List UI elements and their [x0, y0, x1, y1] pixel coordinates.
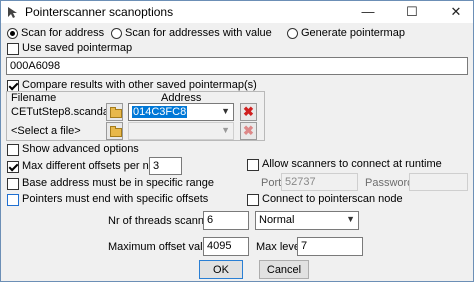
pointers-end-offsets-label[interactable]: Pointers must end with specific offsets	[22, 193, 208, 205]
password-label: Password	[365, 177, 414, 189]
password-input[interactable]	[409, 173, 468, 191]
base-address-range-checkbox[interactable]	[7, 178, 19, 190]
compare-row-2-filename: <Select a file>	[11, 125, 81, 137]
filename-column-header: Filename	[11, 92, 57, 104]
max-level-label: Max level	[256, 241, 303, 253]
delete-row-2-icon[interactable]: ✖	[240, 122, 257, 140]
window-title: Pointerscanner scanoptions	[25, 5, 174, 19]
max-offset-input[interactable]: 4095	[203, 237, 249, 256]
max-offsets-label[interactable]: Max different offsets per node:	[22, 160, 170, 172]
radio-scan-with-value-label[interactable]: Scan for addresses with value	[125, 27, 272, 39]
close-button[interactable]: ✕	[441, 1, 471, 23]
use-saved-pointermap-label[interactable]: Use saved pointermap	[22, 42, 132, 54]
allow-scanners-checkbox[interactable]	[247, 159, 259, 171]
base-address-range-label[interactable]: Base address must be in specific range	[22, 177, 214, 189]
chevron-down-icon[interactable]: ▼	[346, 214, 355, 224]
app-icon	[6, 5, 20, 19]
chevron-down-icon[interactable]: ▼	[221, 106, 230, 116]
max-level-input[interactable]: 7	[297, 237, 363, 256]
thread-priority-value[interactable]: Normal	[259, 214, 294, 226]
thread-priority-select[interactable]: Normal ▼	[255, 211, 359, 230]
pointers-end-offsets-checkbox[interactable]	[7, 194, 19, 206]
compare-row-1-address[interactable]: 014C3FC8	[132, 106, 188, 118]
show-advanced-label[interactable]: Show advanced options	[22, 143, 139, 155]
browse-folder-icon[interactable]	[106, 103, 123, 121]
title-bar: Pointerscanner scanoptions — ☐ ✕	[1, 1, 473, 23]
port-input[interactable]: 52737	[281, 173, 358, 191]
max-offset-label: Maximum offset value:	[108, 241, 218, 253]
maximize-button[interactable]: ☐	[397, 1, 427, 23]
minimize-button[interactable]: —	[353, 1, 383, 23]
connect-pointerscan-checkbox[interactable]	[247, 194, 259, 206]
delete-row-1-icon[interactable]: ✖	[240, 103, 257, 121]
ok-button[interactable]: OK	[199, 260, 243, 279]
radio-scan-for-address[interactable]	[7, 28, 18, 39]
compare-row-1-address-combo[interactable]: 014C3FC8 ▼	[128, 103, 234, 121]
radio-scan-for-address-label[interactable]: Scan for address	[21, 27, 104, 39]
compare-table: Filename Address CETutStep8.scandata 014…	[6, 91, 265, 141]
browse-folder-icon[interactable]	[106, 122, 123, 140]
show-advanced-checkbox[interactable]	[7, 144, 19, 156]
use-saved-pointermap-checkbox[interactable]	[7, 43, 19, 55]
radio-generate-pointermap-label[interactable]: Generate pointermap	[301, 27, 405, 39]
connect-pointerscan-label[interactable]: Connect to pointerscan node	[262, 193, 403, 205]
max-offsets-checkbox[interactable]	[7, 161, 19, 173]
compare-results-label[interactable]: Compare results with other saved pointer…	[22, 79, 257, 91]
chevron-down-icon[interactable]: ▼	[221, 125, 230, 135]
radio-generate-pointermap[interactable]	[287, 28, 298, 39]
radio-scan-with-value[interactable]	[111, 28, 122, 39]
cancel-button[interactable]: Cancel	[259, 260, 309, 279]
compare-row-2-address-combo[interactable]: ▼	[128, 122, 234, 140]
allow-scanners-label[interactable]: Allow scanners to connect at runtime	[262, 158, 442, 170]
threads-input[interactable]: 6	[203, 211, 249, 230]
address-input[interactable]: 000A6098	[6, 57, 468, 75]
scanoptions-window: Pointerscanner scanoptions — ☐ ✕ Scan fo…	[0, 0, 474, 282]
compare-row-1-filename: CETutStep8.scandata	[11, 106, 119, 118]
max-offsets-input[interactable]: 3	[149, 157, 182, 175]
